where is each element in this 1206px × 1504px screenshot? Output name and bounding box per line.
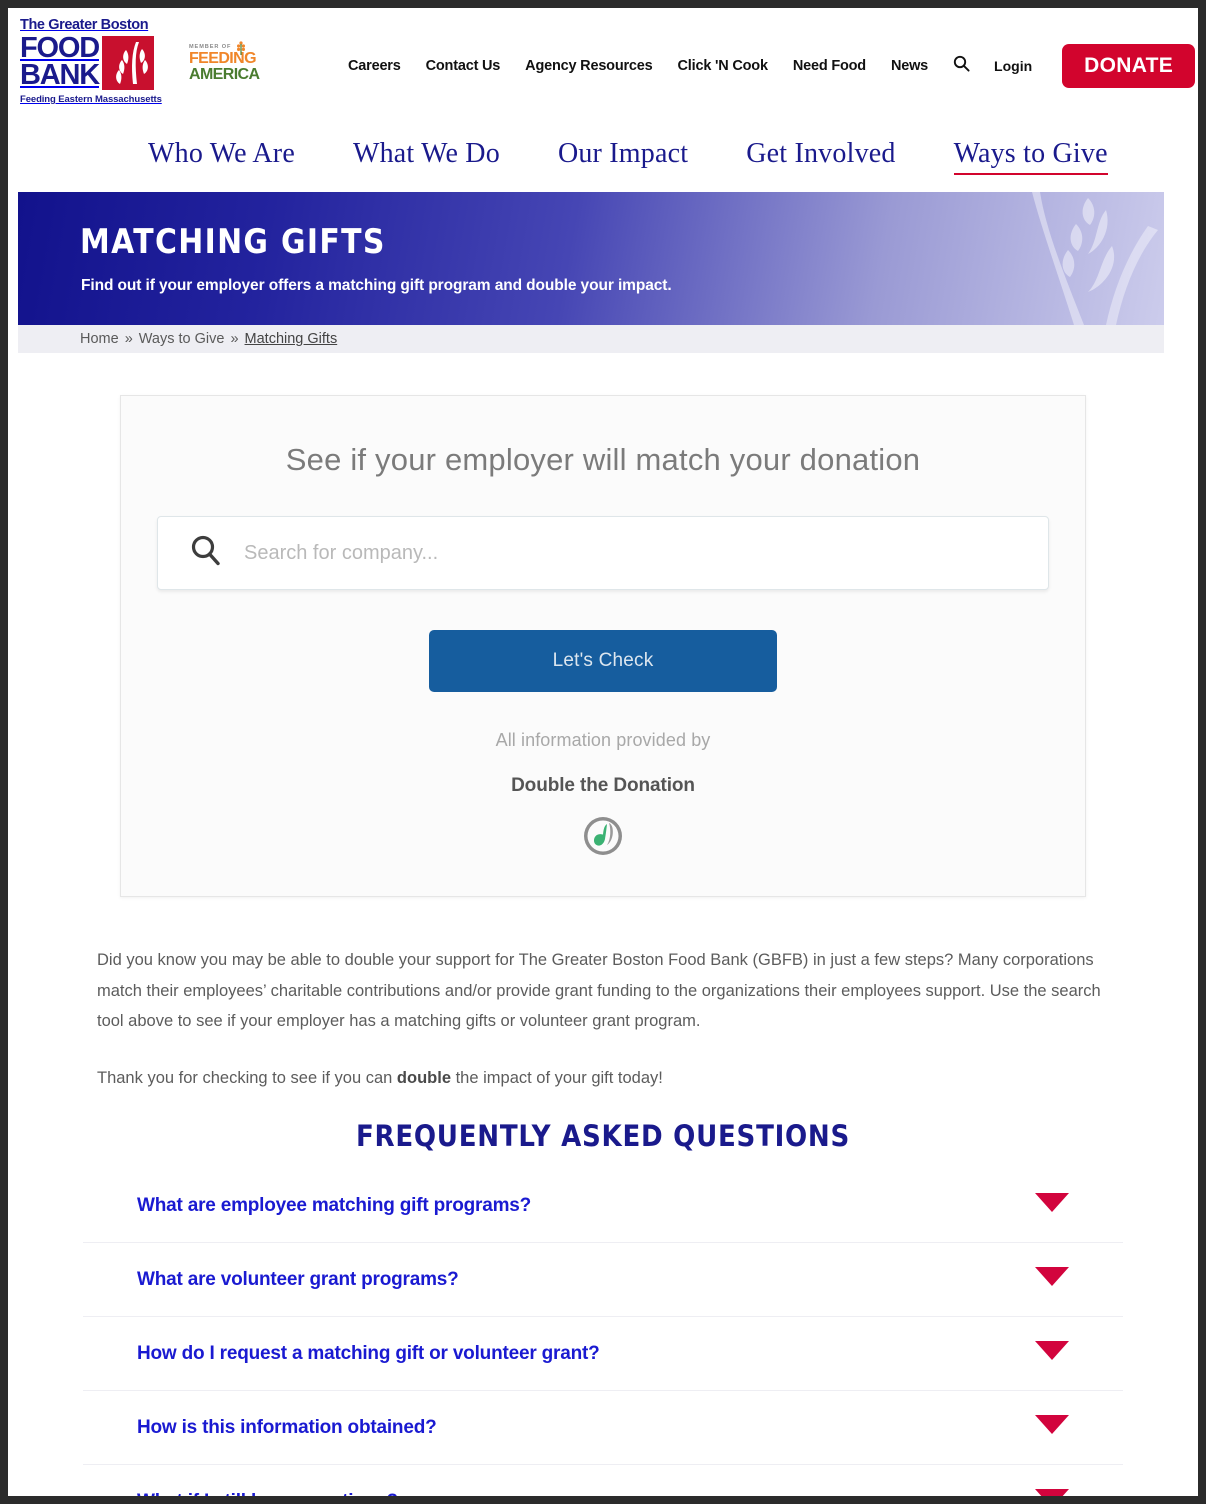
- chevron-down-icon[interactable]: [1035, 1341, 1069, 1366]
- body-copy: Did you know you may be able to double y…: [97, 945, 1109, 1093]
- wheat-mark-icon: ®: [101, 35, 154, 90]
- paragraph2-tail: the impact of your gift today!: [451, 1068, 663, 1087]
- breadcrumb-matching-gifts[interactable]: Matching Gifts: [245, 331, 338, 347]
- body-paragraph-2: Thank you for checking to see if you can…: [97, 1063, 1109, 1094]
- body-paragraph-1: Did you know you may be able to double y…: [97, 951, 1101, 1031]
- page-root: The Greater Boston FOOD BANK Feeding Eas…: [8, 8, 1198, 1496]
- search-icon[interactable]: [953, 55, 970, 77]
- logo-word-bank: BANK: [20, 58, 100, 91]
- lets-check-button[interactable]: Let's Check: [429, 630, 777, 692]
- utility-header: The Greater Boston FOOD BANK Feeding Eas…: [8, 8, 1198, 120]
- faq-list: What are employee matching gift programs…: [83, 1169, 1123, 1496]
- feeding-america-logo: MEMBER OF FEEDING AMERICA: [189, 41, 269, 83]
- faq-question: What are employee matching gift programs…: [137, 1194, 532, 1216]
- breadcrumb-ways-to-give[interactable]: Ways to Give: [139, 331, 225, 347]
- logo-tagline: Feeding Eastern Massachusetts: [20, 93, 162, 105]
- provided-by-label: All information provided by: [495, 730, 711, 750]
- faq-heading: FREQUENTLY ASKED QUESTIONS: [355, 1119, 851, 1154]
- faq-item[interactable]: What if I still have questions?: [83, 1465, 1123, 1496]
- hero-subtitle: Find out if your employer offers a match…: [81, 277, 672, 294]
- login-link[interactable]: Login: [994, 58, 1032, 74]
- main-nav: Who We Are What We Do Our Impact Get Inv…: [8, 120, 1198, 192]
- breadcrumb-separator: »: [230, 331, 239, 347]
- chevron-down-icon[interactable]: [1035, 1415, 1069, 1440]
- chevron-down-icon[interactable]: [1035, 1193, 1069, 1218]
- util-link-careers[interactable]: Careers: [348, 58, 401, 74]
- chevron-down-icon[interactable]: [1035, 1489, 1069, 1496]
- breadcrumb-separator: »: [124, 331, 133, 347]
- paragraph2-lead: Thank you for checking to see if you can: [97, 1068, 397, 1087]
- breadcrumb: Home » Ways to Give » Matching Gifts: [18, 325, 1164, 353]
- feeding-america-wheat-icon: [237, 41, 245, 55]
- nav-item-our-impact[interactable]: Our Impact: [558, 138, 688, 175]
- logo-word-food: FOOD: [20, 31, 100, 64]
- faq-question: What are volunteer grant programs?: [137, 1268, 459, 1290]
- faq-item[interactable]: How do I request a matching gift or volu…: [83, 1317, 1123, 1392]
- util-link-need-food[interactable]: Need Food: [793, 58, 866, 74]
- utility-nav: Careers Contact Us Agency Resources Clic…: [348, 44, 1196, 88]
- gbfb-logo[interactable]: The Greater Boston FOOD BANK Feeding Eas…: [20, 17, 165, 105]
- faq-question: How is this information obtained?: [137, 1416, 437, 1438]
- nav-item-who-we-are[interactable]: Who We Are: [148, 138, 295, 175]
- util-link-news[interactable]: News: [891, 58, 928, 74]
- donate-button[interactable]: DONATE: [1062, 44, 1196, 88]
- faq-question: How do I request a matching gift or volu…: [137, 1342, 600, 1364]
- feeding-label: FEEDING: [189, 50, 257, 67]
- util-link-contact-us[interactable]: Contact Us: [426, 58, 501, 74]
- america-label: AMERICA: [189, 66, 260, 83]
- card-heading: See if your employer will match your don…: [285, 442, 921, 477]
- hero-banner: MATCHING GIFTS Find out if your employer…: [18, 192, 1164, 325]
- nav-item-get-involved[interactable]: Get Involved: [746, 138, 895, 175]
- breadcrumb-home[interactable]: Home: [80, 331, 119, 347]
- chevron-down-icon[interactable]: [1035, 1267, 1069, 1292]
- provider-name: Double the Donation: [511, 775, 695, 796]
- paragraph2-emphasis: double: [396, 1068, 451, 1087]
- employer-search-card: See if your employer will match your don…: [120, 395, 1086, 897]
- main-content: See if your employer will match your don…: [8, 353, 1198, 1496]
- logo-area: The Greater Boston FOOD BANK Feeding Eas…: [20, 17, 269, 105]
- hero-title: MATCHING GIFTS: [80, 222, 386, 262]
- nav-item-what-we-do[interactable]: What We Do: [353, 138, 500, 175]
- company-search-field[interactable]: [157, 516, 1049, 590]
- util-link-agency-resources[interactable]: Agency Resources: [525, 58, 653, 74]
- faq-item[interactable]: How is this information obtained?: [83, 1391, 1123, 1466]
- faq-question: What if I still have questions?: [137, 1491, 398, 1496]
- util-link-click-n-cook[interactable]: Click 'N Cook: [678, 58, 768, 74]
- hero-wheat-icon: [1032, 192, 1158, 325]
- double-the-donation-logo: [157, 814, 1049, 858]
- faq-item[interactable]: What are volunteer grant programs?: [83, 1243, 1123, 1318]
- faq-item[interactable]: What are employee matching gift programs…: [83, 1169, 1123, 1244]
- nav-item-ways-to-give[interactable]: Ways to Give: [953, 138, 1108, 175]
- search-icon: [188, 533, 224, 574]
- search-input[interactable]: [244, 533, 1048, 573]
